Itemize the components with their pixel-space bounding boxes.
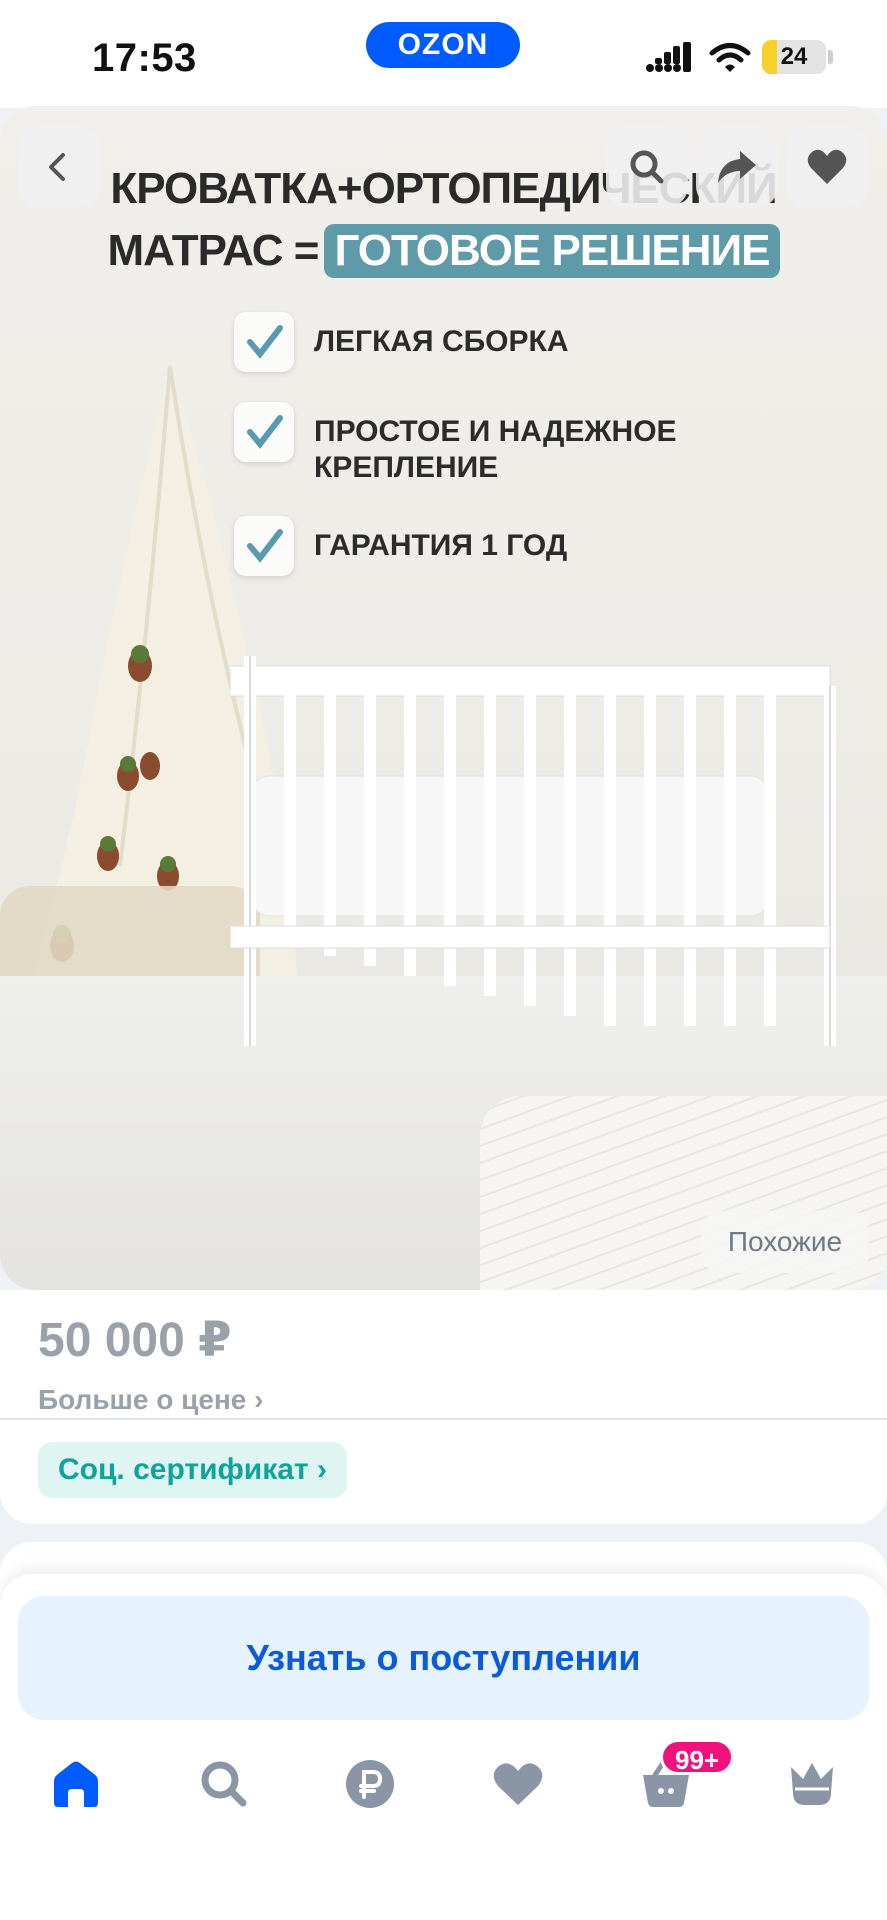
heart-icon <box>493 1763 543 1805</box>
headline-prefix: МАТРАС = <box>107 226 319 275</box>
tab-profile[interactable] <box>782 1754 842 1814</box>
back-arrow-icon <box>49 153 65 181</box>
checkmark-icon <box>234 402 294 462</box>
price-card: 50 000 ₽ Больше о цене › <box>0 1290 887 1418</box>
ozon-logo[interactable]: OZON <box>366 22 520 68</box>
feature-item: ЛЕГКАЯ СБОРКА <box>234 312 714 372</box>
search-icon <box>201 1761 247 1807</box>
bottom-action-sheet: Узнать о поступлении 99+ <box>0 1574 887 1920</box>
feature-label: ГАРАНТИЯ 1 ГОД <box>314 529 568 562</box>
certificate-card: Соц. сертификат › <box>0 1420 887 1524</box>
battery-indicator: 24 <box>762 40 826 74</box>
notify-when-available-button[interactable]: Узнать о поступлении <box>18 1596 869 1720</box>
product-image-gallery[interactable]: КРОВАТКА+ОРТОПЕДИЧЕСКИЙ МАТРАС = ГОТОВОЕ … <box>0 106 887 1290</box>
checkmark-icon <box>234 516 294 576</box>
more-about-price-link[interactable]: Больше о цене › <box>38 1384 263 1416</box>
back-button[interactable] <box>18 126 100 208</box>
home-icon <box>54 1761 98 1807</box>
search-icon <box>630 150 664 184</box>
favorite-button[interactable] <box>786 126 868 208</box>
headline-highlight: ГОТОВОЕ РЕШЕНИЕ <box>324 224 780 278</box>
tab-favorites[interactable] <box>488 1754 548 1814</box>
heart-icon <box>807 149 847 184</box>
crib-illustration <box>230 656 836 1046</box>
more-price-label: Больше о цене <box>38 1384 247 1415</box>
tab-home[interactable] <box>46 1754 106 1814</box>
search-button[interactable] <box>606 126 688 208</box>
tab-search[interactable] <box>194 1754 254 1814</box>
headline-line2: МАТРАС = ГОТОВОЕ РЕШЕНИЕ <box>0 224 887 278</box>
crown-icon <box>791 1763 833 1805</box>
checkmark-icon <box>234 312 294 372</box>
share-icon <box>718 151 756 183</box>
chevron-right-icon: › <box>254 1384 264 1415</box>
social-certificate-chip[interactable]: Соц. сертификат › <box>38 1442 347 1498</box>
feature-label: ПРОСТОЕ И НАДЕЖНОЕ КРЕПЛЕНИЕ <box>314 415 677 484</box>
chevron-right-icon: › <box>316 1453 327 1486</box>
feature-label: ЛЕГКАЯ СБОРКА <box>314 325 569 358</box>
feature-list: ЛЕГКАЯ СБОРКА ПРОСТОЕ И НАДЕЖНОЕ КРЕПЛЕН… <box>234 312 714 606</box>
similar-button[interactable]: Похожие <box>701 1211 869 1273</box>
cellular-signal-icon <box>646 42 691 72</box>
feature-item: ГАРАНТИЯ 1 ГОД <box>234 516 714 576</box>
battery-tip <box>828 50 833 64</box>
status-bar: 17:53 OZON 24 <box>0 0 887 108</box>
share-button[interactable] <box>696 126 778 208</box>
ruble-icon <box>346 1760 394 1808</box>
certificate-label: Соц. сертификат <box>58 1453 309 1486</box>
status-time: 17:53 <box>92 36 197 80</box>
cart-count-badge: 99+ <box>660 1739 735 1775</box>
feature-item: ПРОСТОЕ И НАДЕЖНОЕ КРЕПЛЕНИЕ <box>234 402 714 486</box>
product-price: 50 000 ₽ <box>38 1314 232 1367</box>
wifi-icon <box>709 43 751 72</box>
tab-finance[interactable] <box>340 1754 400 1814</box>
battery-percent: 24 <box>780 43 808 70</box>
